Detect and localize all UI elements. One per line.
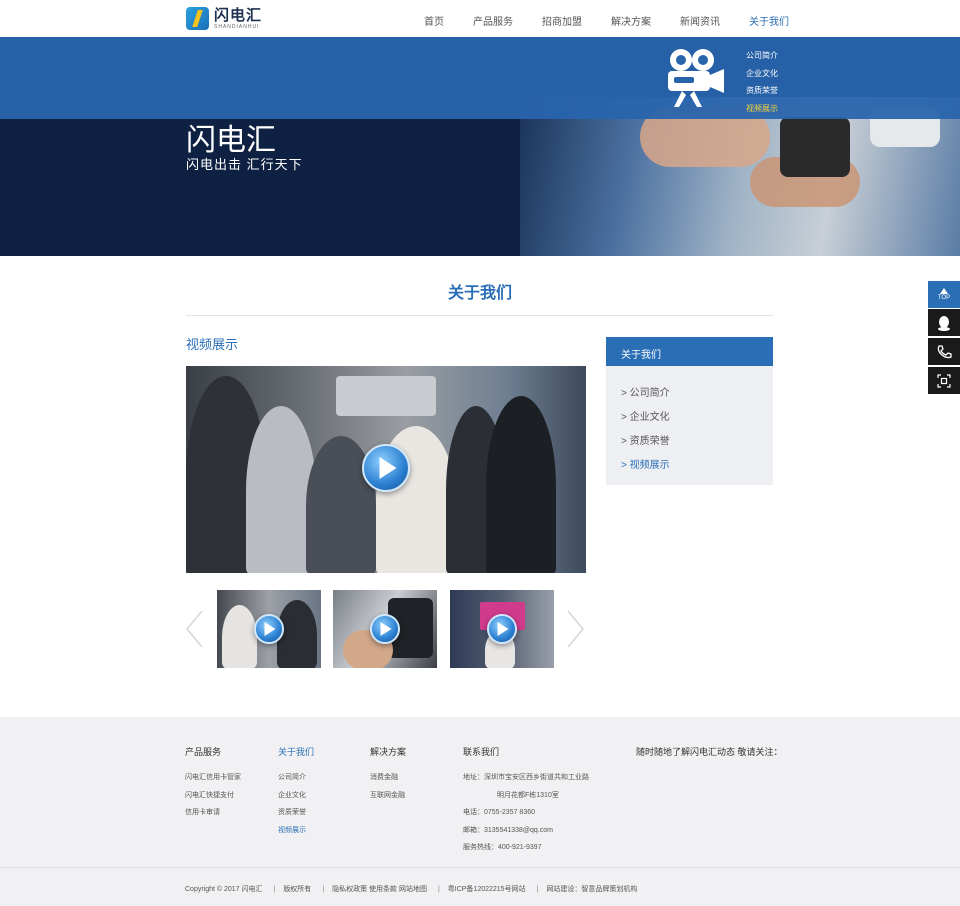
sidebar: 关于我们 > 公司简介 > 企业文化 > 资质荣誉 > 视频展示: [606, 337, 773, 485]
copyright-bar: Copyright © 2017 闪电汇 | 版权所有 | 隐私权政策 使用条款 网…: [185, 886, 638, 893]
top-navigation-bar: 闪电汇 SHANDIANHUI 首页 产品服务 招商加盟 解决方案 新闻资讯 关…: [0, 0, 960, 37]
site-footer: 产品服务 闪电汇信用卡管家 闪电汇快捷支付 信用卡审请 关于我们 公司简介 企业…: [0, 717, 960, 906]
nav-item-about[interactable]: 关于我们: [749, 13, 789, 28]
sidebar-item-culture[interactable]: > 企业文化: [621, 406, 773, 430]
logo-icon: [186, 7, 209, 30]
contact-address-line2: 明月花都F栋1310室: [497, 791, 559, 799]
sidebar-item-video[interactable]: > 视频展示: [621, 454, 773, 478]
contact-hotline: 服务热线：400-921-9397: [463, 844, 542, 851]
play-button-icon[interactable]: [370, 614, 400, 644]
submenu-item-intro[interactable]: 公司简介: [746, 47, 778, 65]
brand-name-en: SHANDIANHUI: [214, 23, 260, 30]
footer-column-solutions: 解决方案 消费金融 互联网金融: [370, 745, 406, 804]
icp-link[interactable]: 粤ICP备12022215号网站: [448, 886, 526, 893]
sidebar-title: 关于我们: [606, 337, 773, 366]
carousel-next-icon[interactable]: [566, 609, 586, 649]
copyright-text: Copyright © 2017 闪电汇: [185, 886, 263, 893]
submenu-item-honors[interactable]: 资质荣誉: [746, 82, 778, 100]
contact-address: 地址：深圳市宝安区西乡街道共和工业路: [463, 774, 589, 781]
footer-column-products: 产品服务 闪电汇信用卡管家 闪电汇快捷支付 信用卡审请: [185, 745, 241, 822]
carousel-prev-icon[interactable]: [184, 609, 204, 649]
follow-text: 随时随地了解闪电汇动态 敬请关注：: [636, 747, 783, 757]
brand-logo[interactable]: 闪电汇 SHANDIANHUI: [186, 7, 262, 30]
sidebar-item-honors[interactable]: > 资质荣誉: [621, 430, 773, 454]
submenu-item-video[interactable]: 视频展示: [746, 100, 778, 118]
footer-link[interactable]: 公司简介: [278, 769, 314, 787]
qr-code-icon: [937, 373, 951, 388]
footer-link[interactable]: 消费金融: [370, 769, 406, 787]
contact-email[interactable]: 邮箱：3135541338@qq.com: [463, 822, 589, 840]
video-camera-icon: [668, 49, 724, 107]
video-thumbnail[interactable]: [450, 590, 554, 668]
nav-item-products[interactable]: 产品服务: [473, 13, 513, 28]
banner-image: [520, 97, 960, 256]
play-button-icon[interactable]: [362, 444, 410, 492]
play-button-icon[interactable]: [254, 614, 284, 644]
builder-link[interactable]: 网站建设：智意品牌策划机构: [546, 886, 637, 893]
banner-title: 闪电汇: [186, 124, 276, 157]
about-dropdown-overlay: [0, 37, 960, 119]
nav-item-home[interactable]: 首页: [424, 13, 444, 28]
back-to-top-button[interactable]: TOP: [928, 281, 960, 308]
footer-column-about: 关于我们 公司简介 企业文化 资质荣誉 视频展示: [278, 745, 314, 839]
footer-link[interactable]: 企业文化: [278, 787, 314, 805]
main-nav: 首页 产品服务 招商加盟 解决方案 新闻资讯 关于我们: [424, 13, 818, 28]
main-video-player[interactable]: [186, 366, 586, 573]
hero-banner: 公司简介 企业文化 资质荣誉 视频展示 闪电汇 闪电出击 汇行天下: [0, 37, 960, 256]
submenu-item-culture[interactable]: 企业文化: [746, 65, 778, 83]
footer-divider: [0, 867, 960, 868]
nav-item-solutions[interactable]: 解决方案: [611, 13, 651, 28]
nav-item-franchise[interactable]: 招商加盟: [542, 13, 582, 28]
video-thumbnail[interactable]: [217, 590, 321, 668]
footer-column-contact: 联系我们 地址：深圳市宝安区西乡街道共和工业路 明月花都F栋1310室 电话：0…: [463, 745, 589, 857]
about-submenu: 公司简介 企业文化 资质荣誉 视频展示: [746, 47, 778, 117]
title-divider: [186, 315, 773, 316]
brand-name: 闪电汇: [214, 6, 263, 24]
qq-button[interactable]: [928, 309, 960, 336]
phone-button[interactable]: [928, 338, 960, 365]
play-button-icon[interactable]: [487, 614, 517, 644]
qr-code-button[interactable]: [928, 367, 960, 394]
contact-phone: 电话：0755-2357 8360: [463, 809, 535, 816]
arrow-up-icon: [940, 288, 948, 294]
footer-link[interactable]: 资质荣誉: [278, 804, 314, 822]
policy-links[interactable]: 隐私权政策 使用条款 网站地图: [332, 886, 427, 893]
video-heading: 视频展示: [186, 337, 239, 352]
footer-link[interactable]: 闪电汇信用卡管家: [185, 769, 241, 787]
page-title: 关于我们: [447, 285, 512, 302]
sidebar-item-intro[interactable]: > 公司简介: [621, 382, 773, 406]
video-thumbnail[interactable]: [333, 590, 437, 668]
footer-link[interactable]: 互联网金融: [370, 787, 406, 805]
rights-text: 版权所有: [283, 886, 312, 893]
nav-item-news[interactable]: 新闻资讯: [680, 13, 720, 28]
footer-link[interactable]: 信用卡审请: [185, 804, 241, 822]
phone-icon: [937, 344, 952, 358]
banner-subtitle: 闪电出击 汇行天下: [186, 157, 303, 172]
footer-link[interactable]: 视频展示: [278, 822, 314, 840]
qq-icon: [938, 315, 950, 331]
footer-link[interactable]: 闪电汇快捷支付: [185, 787, 241, 805]
